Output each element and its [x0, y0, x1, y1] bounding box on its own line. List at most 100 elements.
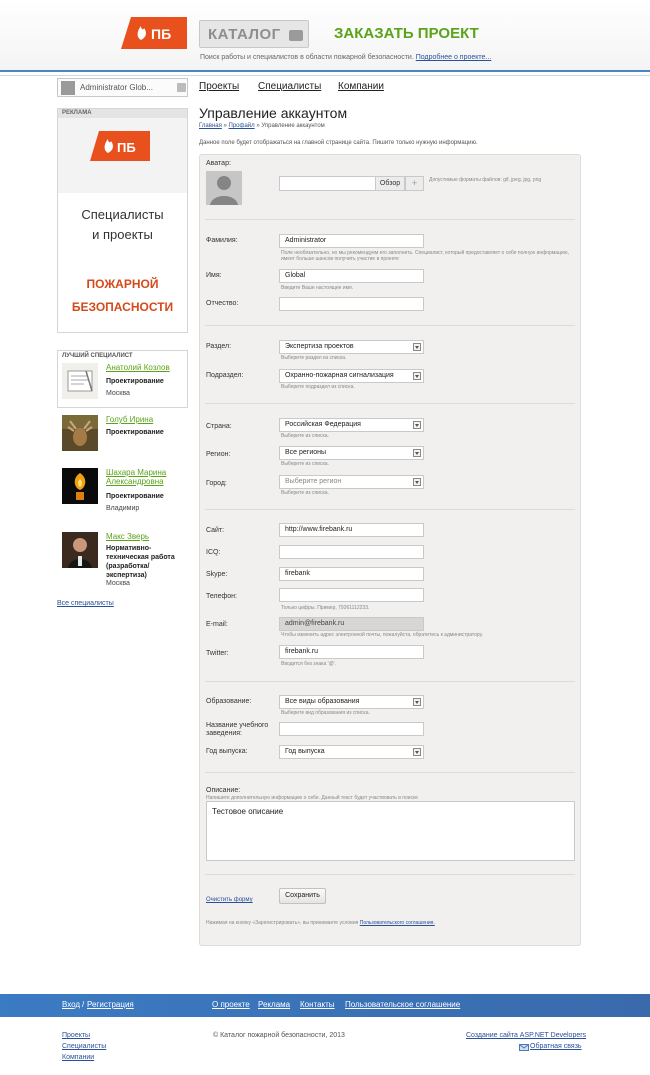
city-label: Город:	[206, 480, 227, 487]
site-label: Сайт:	[206, 527, 225, 534]
phone-input[interactable]	[279, 588, 424, 602]
site-logo[interactable]: ПБ	[121, 17, 187, 49]
breadcrumb-current: Управление аккаунтом	[261, 123, 325, 129]
ad-heading: РЕКЛАМА	[58, 109, 187, 118]
skype-label: Skype:	[206, 571, 228, 578]
user-name: Administrator Glob...	[80, 83, 153, 92]
icq-input[interactable]	[279, 545, 424, 559]
site-tagline: Поиск работы и специалистов в области по…	[200, 54, 491, 61]
country-value: Российская Федерация	[285, 421, 361, 428]
region-select[interactable]: Все регионы	[279, 446, 424, 460]
divider	[205, 325, 575, 326]
education-hint: Выберите вид образования из списка.	[281, 710, 370, 716]
education-select[interactable]: Все виды образования	[279, 695, 424, 709]
firstname-input[interactable]: Global	[279, 269, 424, 283]
section-value: Экспертиза проектов	[285, 343, 354, 350]
footer-ads-link[interactable]: Реклама	[258, 1000, 290, 1009]
region-value: Все регионы	[285, 449, 327, 456]
catalog-dropdown[interactable]: КАТАЛОГ	[199, 20, 309, 48]
city-select[interactable]: Выберите регион	[279, 475, 424, 489]
clear-form-link[interactable]: Очистить форму	[206, 897, 253, 903]
developer-link[interactable]: Создание сайта ASP.NET Developers	[466, 1032, 586, 1039]
specialist-photo[interactable]	[62, 532, 98, 568]
patronymic-input[interactable]	[279, 297, 424, 311]
intro-text: Данное поле будет отображаться на главно…	[199, 140, 478, 146]
chevron-down-icon	[413, 343, 421, 351]
footer-separator: /	[82, 1000, 85, 1009]
specialist-photo[interactable]	[62, 468, 98, 504]
nav-projects[interactable]: Проекты	[199, 81, 239, 92]
chevron-down-icon	[413, 449, 421, 457]
footer-register-link[interactable]: Регистрация	[87, 1000, 134, 1009]
terms-link[interactable]: Пользовательского соглашения.	[360, 920, 435, 926]
footer-agreement-link[interactable]: Пользовательское соглашение	[345, 1000, 460, 1009]
add-file-button[interactable]: +	[405, 176, 424, 191]
education-value: Все виды образования	[285, 698, 360, 705]
nav-specialists[interactable]: Специалисты	[258, 81, 321, 92]
breadcrumb-home[interactable]: Главная	[199, 123, 222, 129]
about-project-link[interactable]: Подробнее о проекте...	[416, 54, 492, 61]
twitter-input[interactable]: firebank.ru	[279, 645, 424, 659]
breadcrumb: Главная » Профайл » Управление аккаунтом	[199, 123, 325, 129]
email-field: admin@firebank.ru	[279, 617, 424, 631]
nav-companies[interactable]: Компании	[338, 81, 384, 92]
chevron-down-icon	[289, 30, 303, 41]
breadcrumb-profile[interactable]: Профайл	[229, 123, 255, 129]
all-specialists-link[interactable]: Все специалисты	[57, 600, 114, 607]
page-title: Управление аккаунтом	[199, 105, 348, 121]
footer-specialists-link[interactable]: Специалисты	[62, 1043, 106, 1050]
firstname-label: Имя:	[206, 272, 222, 279]
specialist-role: Нормативно-техническая работа (разработк…	[106, 545, 175, 579]
specialist-name[interactable]: Макс Зверь	[106, 532, 176, 541]
description-textarea[interactable]: Тестовое описание	[206, 801, 575, 861]
phone-label: Телефон:	[206, 593, 237, 600]
lastname-input[interactable]: Administrator	[279, 234, 424, 248]
footer-bar: Вход / Регистрация О проекте Реклама Кон…	[0, 994, 650, 1017]
specialist-name[interactable]: Анатолий Козлов	[106, 363, 176, 372]
country-select[interactable]: Российская Федерация	[279, 418, 424, 432]
site-input[interactable]: http://www.firebank.ru	[279, 523, 424, 537]
ad-banner[interactable]: РЕКЛАМА ПБ Специалисты и проекты ПОЖАРНО…	[57, 108, 188, 333]
icq-label: ICQ:	[206, 549, 221, 556]
subsection-hint: Выберите подраздел из списка.	[281, 384, 355, 390]
browse-button[interactable]: Обзор	[375, 176, 405, 191]
footer-companies-link[interactable]: Компании	[62, 1054, 94, 1061]
avatar-placeholder-icon	[206, 171, 242, 205]
copyright: © Каталог пожарной безопасности, 2013	[213, 1032, 345, 1039]
patronymic-label: Отчество:	[206, 300, 239, 307]
city-value: Выберите регион	[285, 478, 342, 485]
institution-input[interactable]	[279, 722, 424, 736]
subsection-label: Подраздел:	[206, 372, 244, 379]
specialist-name[interactable]: Голуб Ирина	[106, 415, 176, 424]
chevron-down-icon	[413, 698, 421, 706]
chevron-down-icon	[413, 748, 421, 756]
specialist-city: Владимир	[106, 505, 140, 512]
subsection-select[interactable]: Охранно-пожарная сигнализация	[279, 369, 424, 383]
footer-projects-link[interactable]: Проекты	[62, 1032, 90, 1039]
specialist-name[interactable]: Шахара Марина Александровна	[106, 468, 176, 486]
email-label: E-mail:	[206, 621, 228, 628]
section-hint: Выберите раздел из списка.	[281, 355, 347, 361]
breadcrumb-separator: »	[256, 123, 260, 129]
skype-input[interactable]: firebank	[279, 567, 424, 581]
section-select[interactable]: Экспертиза проектов	[279, 340, 424, 354]
order-project-link[interactable]: ЗАКАЗАТЬ ПРОЕКТ	[334, 25, 479, 42]
divider	[205, 681, 575, 682]
twitter-label: Twitter:	[206, 650, 229, 657]
divider	[205, 219, 575, 220]
specialist-photo[interactable]	[62, 415, 98, 451]
email-hint: Чтобы изменить адрес электронной почты, …	[281, 632, 484, 638]
footer-login-link[interactable]: Вход	[62, 1000, 80, 1009]
ad-logo: ПБ	[90, 131, 150, 161]
specialist-photo[interactable]	[62, 363, 98, 399]
feedback-link[interactable]: Обратная связь	[530, 1043, 582, 1050]
footer-about-link[interactable]: О проекте	[212, 1000, 250, 1009]
footer-contacts-link[interactable]: Контакты	[300, 1000, 335, 1009]
formats-hint: Допустимые форматы файлов: gif, jpeg, jp…	[429, 177, 542, 183]
year-label: Год выпуска:	[206, 748, 248, 755]
subsection-value: Охранно-пожарная сигнализация	[285, 372, 394, 379]
year-select[interactable]: Год выпуска	[279, 745, 424, 759]
phone-hint: Только цифры. Пример, 79261112233.	[281, 605, 370, 611]
user-menu[interactable]: Administrator Glob...	[57, 78, 188, 97]
save-button[interactable]: Сохранить	[279, 888, 326, 904]
